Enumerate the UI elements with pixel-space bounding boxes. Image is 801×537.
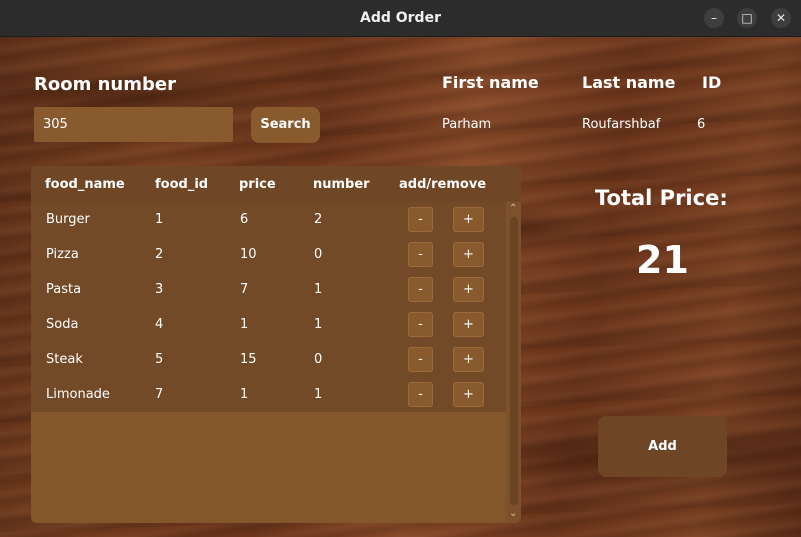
remove-button[interactable]: -: [408, 382, 433, 407]
add-button[interactable]: +: [453, 382, 484, 407]
cell-food-name: Pasta: [46, 282, 82, 297]
cell-food-id: 2: [155, 247, 164, 262]
cell-food-name: Pizza: [46, 247, 79, 262]
minimize-icon[interactable]: –: [704, 8, 724, 28]
add-button[interactable]: +: [453, 207, 484, 232]
close-icon[interactable]: ✕: [771, 8, 791, 28]
room-number-label: Room number: [34, 74, 176, 95]
cell-number: 1: [314, 387, 323, 402]
window-title: Add Order: [360, 10, 441, 26]
cell-food-name: Steak: [46, 352, 83, 367]
cell-price: 7: [240, 282, 249, 297]
cell-number: 0: [314, 352, 323, 367]
cell-food-id: 7: [155, 387, 164, 402]
cell-food-id: 1: [155, 212, 164, 227]
cell-food-name: Soda: [46, 317, 79, 332]
cell-food-id: 4: [155, 317, 164, 332]
total-price-value: 21: [636, 238, 689, 282]
remove-button[interactable]: -: [408, 242, 433, 267]
id-label: ID: [702, 73, 722, 92]
table-row[interactable]: Pasta 3 7 1 - +: [31, 272, 506, 307]
column-header-price[interactable]: price: [239, 177, 276, 192]
title-bar: Add Order – □ ✕: [0, 0, 801, 37]
food-table: food_name food_id price number add/remov…: [31, 166, 521, 523]
cell-food-id: 5: [155, 352, 164, 367]
remove-button[interactable]: -: [408, 347, 433, 372]
last-name-label: Last name: [582, 73, 676, 92]
cell-price: 1: [240, 317, 249, 332]
cell-number: 0: [314, 247, 323, 262]
total-price-label: Total Price:: [595, 186, 728, 210]
table-row[interactable]: Limonade 7 1 1 - +: [31, 377, 506, 412]
table-header: food_name food_id price number add/remov…: [31, 166, 521, 202]
table-row[interactable]: Pizza 2 10 0 - +: [31, 237, 506, 272]
table-scrollbar[interactable]: ⌃ ⌄: [506, 202, 521, 523]
add-order-button[interactable]: Add: [598, 416, 727, 477]
scrollbar-thumb[interactable]: [510, 217, 518, 505]
remove-button[interactable]: -: [408, 207, 433, 232]
cell-price: 15: [240, 352, 257, 367]
room-number-input[interactable]: [34, 107, 233, 142]
cell-food-name: Limonade: [46, 387, 110, 402]
chevron-up-icon[interactable]: ⌃: [509, 203, 517, 214]
cell-price: 1: [240, 387, 249, 402]
search-button[interactable]: Search: [251, 107, 320, 143]
column-header-food-name[interactable]: food_name: [45, 177, 125, 192]
remove-button[interactable]: -: [408, 277, 433, 302]
column-header-add-remove[interactable]: add/remove: [399, 177, 486, 192]
cell-food-id: 3: [155, 282, 164, 297]
cell-number: 1: [314, 317, 323, 332]
add-button[interactable]: +: [453, 312, 484, 337]
first-name-label: First name: [442, 73, 539, 92]
add-button[interactable]: +: [453, 347, 484, 372]
maximize-icon[interactable]: □: [737, 8, 757, 28]
remove-button[interactable]: -: [408, 312, 433, 337]
column-header-number[interactable]: number: [313, 177, 370, 192]
main-panel: Room number Search First name Last name …: [0, 37, 801, 537]
table-row[interactable]: Burger 1 6 2 - +: [31, 202, 506, 237]
add-button[interactable]: +: [453, 277, 484, 302]
cell-number: 2: [314, 212, 323, 227]
cell-price: 6: [240, 212, 249, 227]
cell-number: 1: [314, 282, 323, 297]
table-row[interactable]: Soda 4 1 1 - +: [31, 307, 506, 342]
table-row[interactable]: Steak 5 15 0 - +: [31, 342, 506, 377]
cell-food-name: Burger: [46, 212, 90, 227]
last-name-value: Roufarshbaf: [582, 117, 661, 132]
column-header-food-id[interactable]: food_id: [155, 177, 208, 192]
cell-price: 10: [240, 247, 257, 262]
add-button[interactable]: +: [453, 242, 484, 267]
chevron-down-icon[interactable]: ⌄: [509, 508, 517, 519]
first-name-value: Parham: [442, 117, 492, 132]
id-value: 6: [697, 117, 706, 132]
